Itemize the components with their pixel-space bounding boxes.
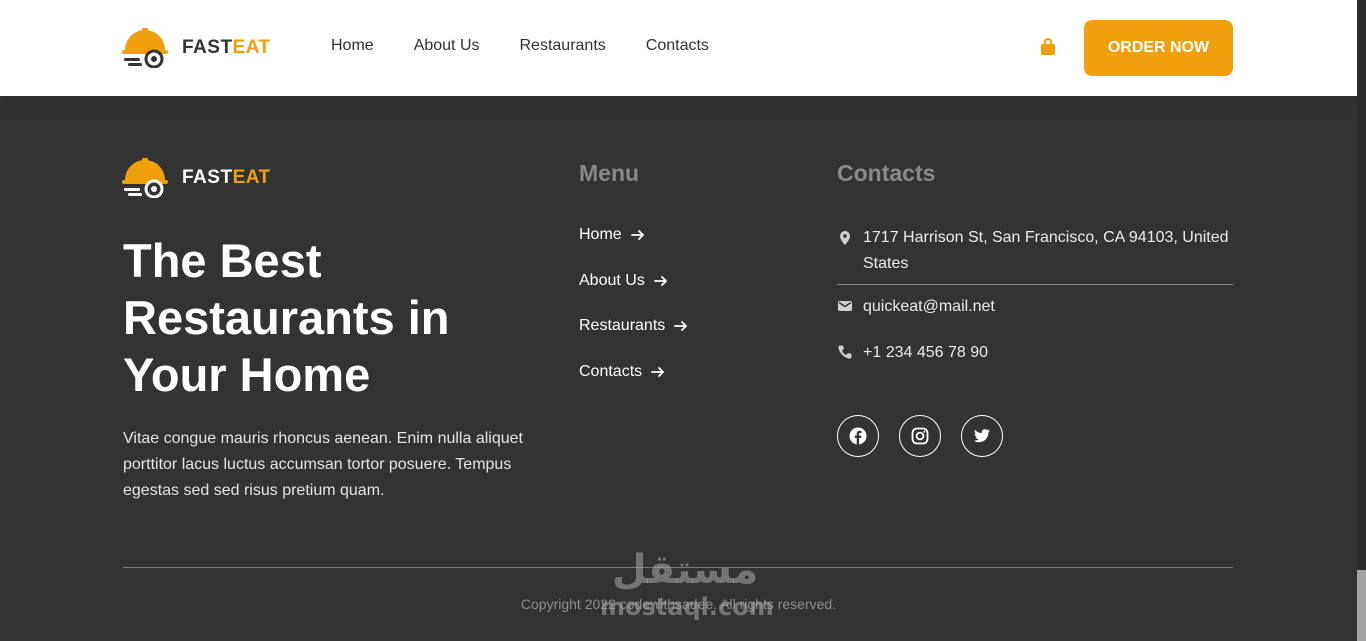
- facebook-icon: [849, 427, 867, 445]
- contact-phone[interactable]: +1 234 456 78 90: [837, 344, 988, 362]
- header-logo[interactable]: FASTEAT: [122, 28, 271, 68]
- scrollbar-thumb[interactable]: [1357, 570, 1366, 641]
- mail-icon: [838, 301, 852, 311]
- shopping-bag-icon[interactable]: [1040, 38, 1056, 56]
- footer-hero-description: Vitae congue mauris rhoncus aenean. Enim…: [123, 430, 523, 499]
- arrow-right-icon: [630, 230, 644, 240]
- footer-hero-title: The Best Restaurants in Your Home: [123, 234, 450, 401]
- footer-menu-item-contacts[interactable]: Contacts: [579, 362, 689, 382]
- contact-divider: [837, 284, 1233, 285]
- phone-icon: [838, 345, 852, 359]
- menu-item-label: Restaurants: [579, 317, 666, 335]
- contact-email[interactable]: quickeat@mail.net: [837, 298, 995, 316]
- menu-item-label: About Us: [579, 271, 645, 289]
- nav-home[interactable]: Home: [331, 37, 374, 55]
- footer-logo[interactable]: FASTEAT: [122, 158, 271, 198]
- food-cloche-logo-icon: [122, 28, 168, 68]
- mostaql-watermark: مستقل mostaql.com: [600, 547, 774, 628]
- arrow-right-icon: [674, 321, 688, 332]
- nav-about-us[interactable]: About Us: [414, 37, 480, 55]
- arrow-right-icon: [651, 367, 665, 377]
- footer-menu-item-restaurants[interactable]: Restaurants: [579, 316, 689, 336]
- contacts-heading: Contacts: [837, 160, 936, 186]
- twitter-icon: [973, 429, 990, 443]
- menu-heading: Menu: [579, 160, 640, 186]
- food-cloche-logo-icon: [122, 158, 168, 198]
- nav-restaurants[interactable]: Restaurants: [520, 37, 606, 55]
- brand-name: FASTEAT: [182, 167, 271, 188]
- footer-menu-item-about-us[interactable]: About Us: [579, 271, 689, 291]
- instagram-link[interactable]: [899, 415, 941, 457]
- page-scrollbar[interactable]: [1357, 0, 1366, 641]
- main-nav: Home About Us Restaurants Contacts: [331, 37, 709, 55]
- watermark-arabic: مستقل: [611, 547, 759, 593]
- email-text[interactable]: quickeat@mail.net: [863, 298, 995, 316]
- footer-menu-item-home[interactable]: Home: [579, 225, 689, 245]
- contact-address: 1717 Harrison St, San Francisco, CA 9410…: [837, 225, 1233, 277]
- watermark-latin: mostaql.com: [600, 593, 774, 621]
- instagram-icon: [911, 427, 929, 445]
- footer-menu-list: Home About Us Restaurants Contacts: [579, 225, 689, 408]
- menu-item-label: Home: [579, 226, 622, 243]
- arrow-right-icon: [653, 275, 667, 286]
- menu-item-label: Contacts: [579, 363, 643, 381]
- nav-contacts[interactable]: Contacts: [646, 37, 709, 55]
- phone-text[interactable]: +1 234 456 78 90: [863, 344, 988, 362]
- twitter-link[interactable]: [961, 415, 1003, 457]
- location-pin-icon: [840, 231, 850, 245]
- site-header: FASTEAT Home About Us Restaurants Contac…: [0, 0, 1357, 96]
- address-text: 1717 Harrison St, San Francisco, CA 9410…: [863, 229, 1229, 272]
- brand-name: FASTEAT: [182, 37, 271, 58]
- facebook-link[interactable]: [837, 415, 879, 457]
- order-now-button[interactable]: ORDER NOW: [1084, 20, 1233, 76]
